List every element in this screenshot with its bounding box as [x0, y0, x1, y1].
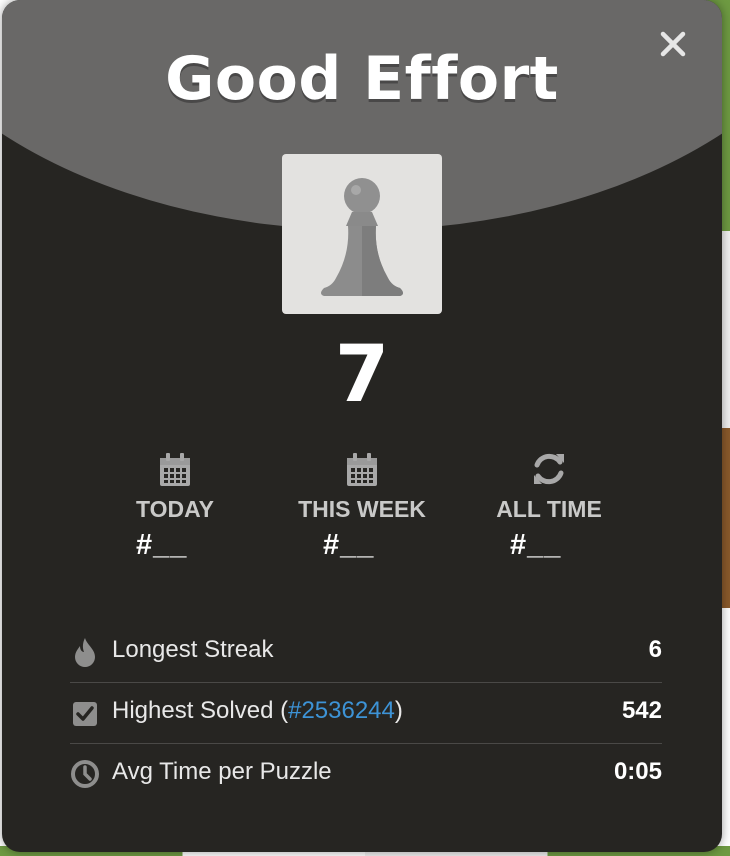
stat-highest-solved-suffix: ) — [394, 697, 403, 724]
calendar-icon — [160, 453, 190, 486]
refresh-icon — [534, 453, 564, 485]
stat-highest-solved-label: Highest Solved (#2536244) — [112, 697, 403, 725]
stats-list: Longest Streak 6 Highest Solved (#253624… — [70, 622, 662, 804]
puzzle-link[interactable]: #2536244 — [288, 697, 395, 724]
stat-highest-solved-value: 542 — [621, 697, 662, 724]
rank-all-time: ALL TIME #__ — [449, 450, 649, 562]
rank-this-week-label: THIS WEEK — [298, 496, 426, 522]
rank-today-value: #__ — [136, 529, 188, 561]
calendar-icon — [347, 453, 377, 486]
stat-longest-streak-value: 6 — [648, 636, 662, 663]
stat-avg-time-label: Avg Time per Puzzle — [112, 758, 332, 785]
close-button[interactable] — [657, 28, 689, 60]
checkbox-icon — [73, 702, 97, 726]
rank-all-time-value: #__ — [510, 529, 562, 561]
pawn-icon — [321, 178, 403, 296]
stat-highest-solved: Highest Solved (#2536244) 542 — [70, 683, 662, 744]
puzzle-result-modal: Good Effort 7 TODAY #__ THIS WEEK #__ AL… — [2, 0, 722, 852]
stat-avg-time-value: 0:05 — [613, 758, 662, 785]
pawn-card — [282, 154, 442, 314]
rank-this-week: THIS WEEK #__ — [262, 450, 462, 562]
stat-highest-solved-prefix: Highest Solved ( — [112, 697, 289, 724]
rank-this-week-value: #__ — [323, 529, 375, 561]
rank-all-time-label: ALL TIME — [496, 496, 602, 522]
stat-longest-streak: Longest Streak 6 — [70, 622, 662, 683]
rank-today: TODAY #__ — [75, 450, 275, 562]
modal-title: Good Effort — [165, 44, 559, 114]
close-icon — [660, 31, 686, 57]
stat-longest-streak-label: Longest Streak — [112, 636, 274, 663]
score-value: 7 — [334, 330, 390, 420]
rank-today-label: TODAY — [136, 496, 214, 522]
clock-icon — [71, 760, 99, 788]
flame-icon — [75, 638, 95, 667]
stat-avg-time: Avg Time per Puzzle 0:05 — [70, 744, 662, 804]
